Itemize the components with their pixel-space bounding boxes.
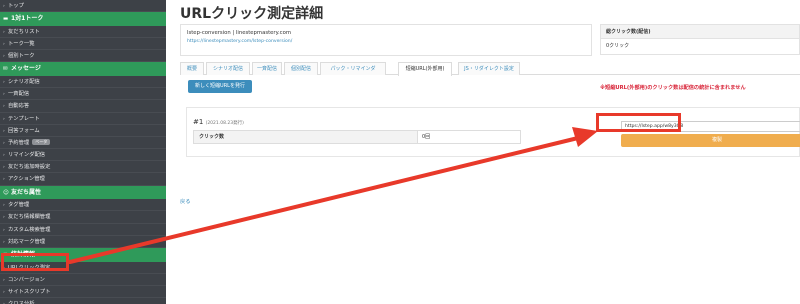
sidebar-section-label: 統計情報 (11, 250, 36, 258)
sidebar-item-label: URLクリック測定 (8, 264, 51, 271)
sidebar-item-label: タグ管理 (8, 202, 30, 209)
tab-4[interactable]: パック・リマインダ (320, 62, 386, 75)
sidebar-item[interactable]: › トーク一覧 (0, 38, 166, 51)
sidebar-item-label: アクション管理 (8, 176, 45, 183)
sidebar-section-label: メッセージ (11, 65, 41, 73)
bar-chart-icon: ≡ (3, 251, 8, 258)
sidebar-item[interactable]: › カスタム検索管理 (0, 224, 166, 236)
sidebar-item[interactable]: › シナリオ配信 (0, 76, 166, 89)
sidebar-item-label: リマインダ配信 (8, 152, 46, 159)
sidebar-section-header: ≡ 統計情報 (0, 247, 166, 262)
sidebar-item[interactable]: › 自動応答 (0, 100, 166, 113)
sidebar-item[interactable]: › テンプレート (0, 113, 166, 125)
tab-2[interactable]: 一斉配信 (252, 62, 282, 75)
sidebar-item-label: トップ (8, 3, 24, 9)
short-url-field[interactable]: https://lstep.app/w8y3Q8 (621, 121, 800, 132)
sidebar-item-label: コンバージョン (8, 276, 45, 283)
sidebar-item[interactable]: › サイトスクリプト (0, 286, 166, 299)
sidebar-item[interactable]: › 個別トーク (0, 50, 166, 63)
tab-5[interactable]: 短縮URL(外部用) (398, 62, 452, 76)
sidebar-item[interactable]: › URLクリック測定 (0, 262, 166, 274)
back-link[interactable]: 戻る (180, 197, 191, 205)
copy-button[interactable]: 複製 (621, 134, 800, 147)
sidebar-item-label: 回答フォーム (8, 127, 40, 134)
page-title: URLクリック測定詳細 (180, 6, 324, 22)
sidebar-item-label: 友だち情報欄管理 (8, 214, 51, 221)
total-clicks-value: 0クリック (606, 43, 630, 49)
sidebar-item[interactable]: › 予約管理 ベータ (0, 137, 166, 150)
sidebar-item[interactable]: › アクション管理 (0, 173, 166, 186)
sidebar-section-label: 友だち属性 (11, 188, 42, 196)
total-clicks-header: 総クリック数(配信) (601, 25, 799, 39)
envelope-icon: ✉ (3, 66, 8, 73)
chat-bubble-icon: ▬ (3, 16, 9, 23)
sidebar-nav: › トップ ▬ 1対1トーク › 友だちリスト › トーク一覧 › 個別トーク ✉ メッセージ › シナリ… (0, 0, 166, 304)
sidebar-item-label: 予約管理 (8, 139, 30, 146)
short-link-date: (2021.08.23発行) (205, 121, 244, 126)
main-content: URLクリック測定詳細 lstep-conversion | linestepm… (166, 0, 800, 304)
sidebar-item-label: 自動応答 (8, 103, 30, 110)
sidebar-section-label: 1対1トーク (11, 15, 44, 23)
issue-short-url-button[interactable]: 新しく短縮URLを発行 (188, 80, 252, 93)
sidebar-item[interactable]: › 回答フォーム (0, 125, 166, 137)
short-link-id: #1 (193, 118, 204, 126)
warning-text: ※短縮URL(外部用)のクリック数は配信の統計に含まれません (600, 85, 746, 91)
sidebar-section-header: ✉ メッセージ (0, 62, 166, 76)
sidebar-item-label: シナリオ配信 (8, 78, 40, 85)
tab-bar: 概要 シナリオ配信 一斉配信 個別配信 パック・リマインダ 短縮URL(外部用) JS・リダ… (180, 62, 800, 76)
sidebar-item[interactable]: › トップ (0, 0, 166, 13)
url-info-box: lstep-conversion | linestepmastery.com h… (180, 24, 592, 56)
total-clicks-table: 総クリック数(配信) 0クリック (600, 24, 800, 55)
url-name: lstep-conversion | linestepmastery.com (187, 30, 291, 36)
sidebar-item-label: サイトスクリプト (8, 288, 51, 295)
short-url-panel: #1 (2021.08.23発行) クリック数 0回 https://lstep… (186, 107, 800, 157)
tab-0[interactable]: 概要 (180, 62, 204, 75)
click-count-value: 0回 (422, 134, 431, 140)
click-count-table: クリック数 0回 (193, 130, 521, 144)
sidebar-item[interactable]: › 友だち情報欄管理 (0, 211, 166, 224)
tab-3[interactable]: 個別配信 (284, 62, 318, 75)
sidebar-item[interactable]: › タグ管理 (0, 199, 166, 212)
click-count-label: クリック数 (194, 131, 418, 143)
sidebar-item-label: 個別トーク (8, 53, 35, 60)
sidebar-item[interactable]: › 友だちリスト (0, 26, 166, 38)
sidebar-item[interactable]: › リマインダ配信 (0, 149, 166, 162)
beta-badge: ベータ (32, 138, 51, 145)
tab-6[interactable]: JS・リダイレクト設定 (458, 62, 520, 75)
sidebar-item-label: 友だちリスト (8, 28, 40, 35)
tab-1[interactable]: シナリオ配信 (206, 62, 250, 75)
sidebar-item-label: 対応マーク管理 (8, 238, 46, 245)
sidebar-item[interactable]: › コンバージョン (0, 274, 166, 286)
sidebar-item[interactable]: › 対応マーク管理 (0, 236, 166, 248)
url-link[interactable]: https://linestepmastery.com/lstep-conver… (187, 39, 585, 44)
sidebar-section-header: ▬ 1対1トーク (0, 12, 166, 26)
sidebar-section-header: ☺ 友だち属性 (0, 185, 166, 200)
users-icon: ☺ (3, 189, 9, 196)
sidebar-item-label: トーク一覧 (8, 40, 35, 47)
sidebar-item[interactable]: › 一斉配信 (0, 88, 166, 101)
sidebar-item[interactable]: › 友だち追加時設定 (0, 161, 166, 174)
sidebar-item-label: カスタム検索管理 (8, 226, 51, 233)
sidebar-item-label: テンプレート (8, 115, 40, 122)
sidebar-item-label: 友だち追加時設定 (8, 164, 51, 171)
short-link-title: #1 (2021.08.23発行) (193, 118, 244, 126)
sidebar-item-label: 一斉配信 (8, 91, 30, 98)
sidebar-item[interactable]: ›クロス分析 (0, 298, 166, 304)
